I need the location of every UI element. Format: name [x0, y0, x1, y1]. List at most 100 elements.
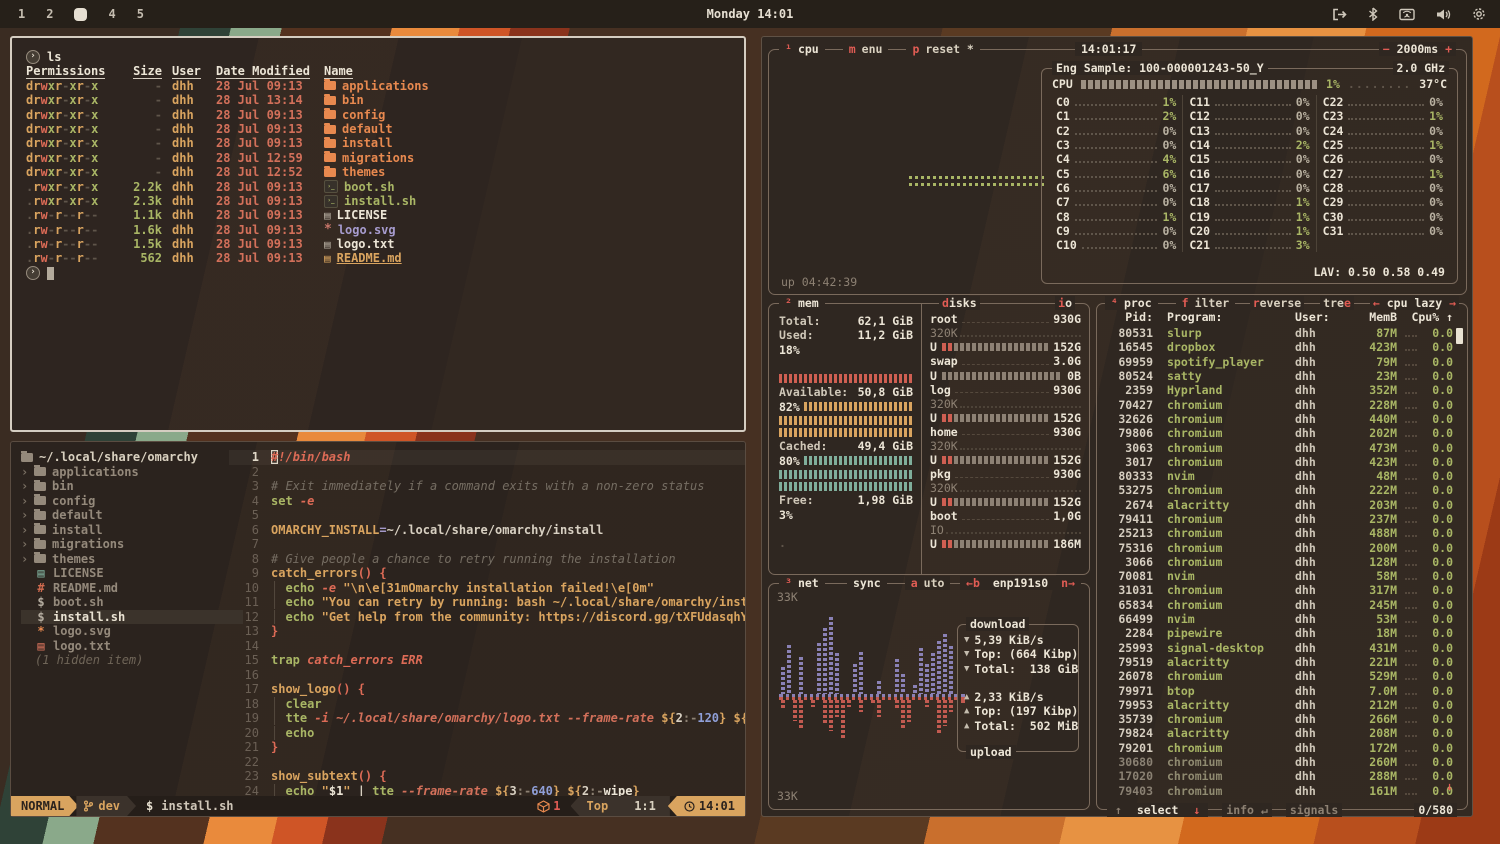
terminal-window[interactable]: ls Permissions Size User Date Modified N… [10, 36, 746, 432]
process-row[interactable]: 2359 Hyprland dhh 352M 0.0 [1107, 383, 1453, 397]
process-row[interactable]: 80524 satty dhh 23M 0.0 [1107, 369, 1453, 383]
process-row[interactable]: 79411 chromium dhh 237M 0.0 [1107, 512, 1453, 526]
code-line[interactable]: 18 │ clear [229, 697, 745, 712]
process-row[interactable]: 70081 nvim dhh 58M 0.0 [1107, 569, 1453, 583]
process-row[interactable]: 25993 signal-desktop dhh 431M 0.0 [1107, 641, 1453, 655]
process-row[interactable]: 79403 chromium dhh 161M 0.0 [1107, 784, 1453, 798]
volume-icon[interactable] [1436, 8, 1451, 21]
tree-file-item[interactable]: ▤ LICENSE [21, 566, 229, 581]
code-line[interactable]: 5 [229, 508, 745, 523]
code-line[interactable]: 3 # Exit immediately if a command exits … [229, 479, 745, 494]
code-line[interactable]: 15 trap catch_errors ERR [229, 653, 745, 668]
code-line[interactable]: 13 } [229, 624, 745, 639]
tree-root[interactable]: ~/.local/share/omarchy [21, 450, 229, 465]
code-line[interactable]: 21 } [229, 740, 745, 755]
proc-select-hint[interactable]: ↑ select ↓ [1107, 803, 1208, 817]
net-interface-switcher[interactable]: ←b enp191s0 n→ [960, 576, 1081, 590]
tree-dir-item[interactable]: migrations [21, 537, 229, 552]
process-row[interactable]: 66499 nvim dhh 53M 0.0 [1107, 612, 1453, 626]
tree-dir-item[interactable]: install [21, 523, 229, 538]
tab-proc[interactable]: ⁴proc [1105, 296, 1158, 310]
code-line[interactable]: 22 [229, 755, 745, 770]
menu-button[interactable]: menu [843, 42, 889, 56]
process-row[interactable]: 70427 chromium dhh 228M 0.0 [1107, 397, 1453, 411]
process-row[interactable]: 32626 chromium dhh 440M 0.0 [1107, 412, 1453, 426]
tree-file-item[interactable]: $ install.sh [21, 610, 243, 625]
code-line[interactable]: 10 │ echo -e "\n\e[31mOmarchy installati… [229, 581, 745, 596]
tab-disks[interactable]: disks [939, 296, 980, 310]
code-editor[interactable]: 1 #!/bin/bash 2 3 # Exit immediately if … [229, 442, 745, 796]
tree-file-item[interactable]: # README.md [21, 581, 229, 596]
code-line[interactable]: 16 [229, 668, 745, 683]
proc-tree-toggle[interactable]: tree [1320, 296, 1354, 310]
code-line[interactable]: 19 │ tte -i ~/.local/share/omarchy/logo.… [229, 711, 745, 726]
proc-reverse-toggle[interactable]: reverse [1250, 296, 1304, 310]
process-row[interactable]: 3066 chromium dhh 128M 0.0 [1107, 555, 1453, 569]
tree-dir-item[interactable]: config [21, 494, 229, 509]
process-row[interactable]: 79519 alacritty dhh 221M 0.0 [1107, 655, 1453, 669]
logout-icon[interactable] [1332, 8, 1347, 21]
code-line[interactable]: 17 show_logo() { [229, 682, 745, 697]
proc-info-hint[interactable]: info ↵ [1222, 803, 1272, 817]
process-row[interactable]: 35739 chromium dhh 266M 0.0 [1107, 712, 1453, 726]
process-row[interactable]: 80333 nvim dhh 48M 0.0 [1107, 469, 1453, 483]
process-row[interactable]: 79201 chromium dhh 172M 0.0 [1107, 741, 1453, 755]
proc-filter-button[interactable]: filter [1176, 296, 1236, 310]
process-row[interactable]: 3063 chromium dhh 473M 0.0 [1107, 440, 1453, 454]
process-row[interactable]: 79971 btop dhh 7.0M 0.0 [1107, 683, 1453, 697]
code-line[interactable]: 9 catch_errors() { [229, 566, 745, 581]
process-row[interactable]: 31031 chromium dhh 317M 0.0 [1107, 583, 1453, 597]
bluetooth-icon[interactable] [1368, 7, 1378, 21]
process-row[interactable]: 69959 spotify_player dhh 79M 0.0 [1107, 355, 1453, 369]
settings-icon[interactable] [1472, 7, 1486, 21]
code-line[interactable]: 6 OMARCHY_INSTALL=~/.local/share/omarchy… [229, 523, 745, 538]
preset-button[interactable]: preset * [906, 42, 979, 56]
net-sync-toggle[interactable]: sync [847, 576, 887, 590]
process-row[interactable]: 75316 chromium dhh 200M 0.0 [1107, 540, 1453, 554]
tree-file-item[interactable]: ▤ logo.txt [21, 639, 229, 654]
code-line[interactable]: 11 │ echo "You can retry by running: bas… [229, 595, 745, 610]
code-line[interactable]: 20 │ echo [229, 726, 745, 741]
tree-file-item[interactable]: $ boot.sh [21, 595, 229, 610]
proc-sort-switcher[interactable]: ← cpu lazy → [1370, 296, 1459, 310]
process-row[interactable]: 30680 chromium dhh 260M 0.0 [1107, 755, 1453, 769]
screencast-icon[interactable] [1399, 8, 1415, 21]
prompt-line[interactable] [26, 266, 730, 280]
process-row[interactable]: 3017 chromium dhh 423M 0.0 [1107, 455, 1453, 469]
editor-window[interactable]: ~/.local/share/omarchy applications bin [10, 441, 746, 817]
process-scrollbar-thumb[interactable] [1456, 328, 1463, 344]
code-line[interactable]: 24 │ echo "$1" | tte --frame-rate ${3:-6… [229, 784, 745, 797]
net-auto-toggle[interactable]: auto [905, 576, 951, 590]
code-line[interactable]: 23 show_subtext() { [229, 769, 745, 784]
tab-net[interactable]: ³net [779, 576, 825, 590]
code-line[interactable]: 2 [229, 465, 745, 480]
tree-dir-item[interactable]: default [21, 508, 229, 523]
code-line[interactable]: 12 │ echo "Get help from the community: … [229, 610, 745, 625]
process-row[interactable]: 53275 chromium dhh 222M 0.0 [1107, 483, 1453, 497]
process-row[interactable]: 79953 alacritty dhh 212M 0.0 [1107, 698, 1453, 712]
system-monitor-window[interactable]: ¹cpu menu preset * 14:01:17 − 2000ms + u… [761, 36, 1473, 817]
process-row[interactable]: 17020 chromium dhh 288M 0.0 [1107, 769, 1453, 783]
code-line[interactable]: 8 # Give people a chance to retry runnin… [229, 552, 745, 567]
tab-mem[interactable]: ²mem [779, 296, 825, 310]
code-line[interactable]: 4 set -e [229, 494, 745, 509]
process-row[interactable]: 79806 chromium dhh 202M 0.0 [1107, 426, 1453, 440]
process-row[interactable]: 26078 chromium dhh 529M 0.0 [1107, 669, 1453, 683]
tree-file-item[interactable]: * logo.svg [21, 624, 229, 639]
process-row[interactable]: 79824 alacritty dhh 208M 0.0 [1107, 726, 1453, 740]
process-row[interactable]: 2284 pipewire dhh 18M 0.0 [1107, 626, 1453, 640]
proc-signals-hint[interactable]: signals [1286, 803, 1342, 817]
tab-cpu[interactable]: ¹cpu [779, 42, 825, 56]
process-row[interactable]: 16545 dropbox dhh 423M 0.0 [1107, 340, 1453, 354]
tree-dir-item[interactable]: applications [21, 465, 229, 480]
code-line[interactable]: 7 [229, 537, 745, 552]
process-row[interactable]: 80531 slurp dhh 87M 0.0 [1107, 326, 1453, 340]
code-line[interactable]: 1 #!/bin/bash [229, 450, 745, 465]
tab-io[interactable]: io [1055, 296, 1075, 310]
process-row[interactable]: 65834 chromium dhh 245M 0.0 [1107, 598, 1453, 612]
code-line[interactable]: 14 [229, 639, 745, 654]
process-row[interactable]: 2674 alacritty dhh 203M 0.0 [1107, 498, 1453, 512]
refresh-interval-control[interactable]: − 2000ms + [1379, 42, 1456, 56]
tree-dir-item[interactable]: bin [21, 479, 229, 494]
process-row[interactable]: 25213 chromium dhh 488M 0.0 [1107, 526, 1453, 540]
